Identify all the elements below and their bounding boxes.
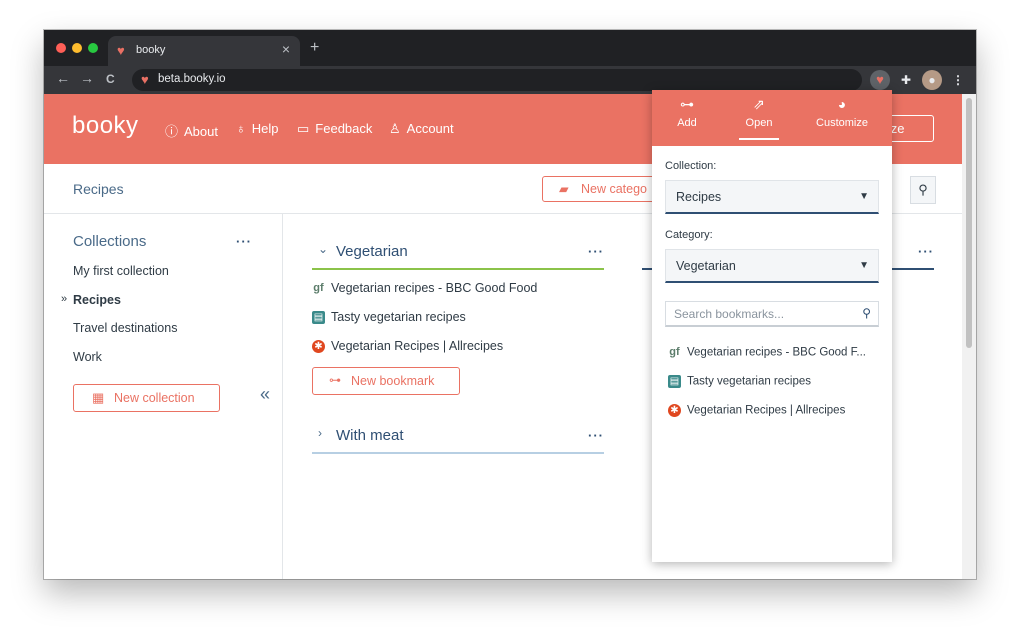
minimize-window-button[interactable] (72, 43, 82, 53)
tab-customize[interactable]: ◕ Customize (802, 96, 882, 129)
category-more-icon[interactable]: ··· (918, 244, 934, 259)
browser-window: ♥ booky × + ← → C ♥ beta.booky.io ♥ ✚ ● … (44, 30, 976, 579)
open-external-icon: ⇗ (753, 96, 765, 112)
maximize-window-button[interactable] (88, 43, 98, 53)
nav-feedback[interactable]: ▭ Feedback (297, 121, 372, 137)
info-icon: ⓘ (165, 124, 179, 139)
chat-icon: ▭ (297, 121, 310, 136)
active-marker: » (61, 293, 68, 305)
reload-icon[interactable]: C (106, 72, 115, 86)
category-title: Vegetarian (336, 243, 408, 260)
tab-add[interactable]: ⊶ Add (657, 96, 717, 129)
sidebar-item-work[interactable]: Work (73, 350, 102, 364)
heart-icon: ♥ (117, 43, 125, 58)
chevron-down-icon[interactable]: ⌄ (318, 242, 328, 256)
collections-title: Collections (73, 233, 147, 250)
link-plus-icon: ⊶ (329, 373, 341, 387)
sidebar-item-travel-destinations[interactable]: Travel destinations (73, 321, 177, 335)
collapse-sidebar-icon[interactable]: « (260, 384, 270, 405)
search-icon: ⚲ (862, 306, 871, 320)
collection-label: Collection: (665, 160, 717, 172)
search-button[interactable]: ⚲ (910, 176, 936, 204)
lightbulb-icon: ♁ (236, 121, 246, 136)
browser-tab[interactable]: ♥ booky × (108, 36, 300, 66)
heart-icon: ♥ (141, 72, 149, 87)
category-select[interactable]: Vegetarian ▼ (665, 249, 879, 283)
page-title: Recipes (73, 181, 124, 197)
popup-bookmark-item[interactable]: gf Vegetarian recipes - BBC Good F... (668, 346, 866, 359)
palette-icon: ◕ (837, 96, 847, 112)
popup-bookmark-item[interactable]: ✱ Vegetarian Recipes | Allrecipes (668, 404, 845, 417)
sidebar-item-my-first-collection[interactable]: My first collection (73, 264, 169, 278)
avatar[interactable]: ● (922, 70, 942, 90)
sidebar-item-recipes[interactable]: Recipes (73, 293, 121, 307)
new-category-button[interactable]: ▰ New catego (542, 176, 662, 202)
chevron-down-icon: ▼ (859, 260, 869, 271)
active-tab-indicator (739, 138, 779, 140)
chevron-down-icon: ▼ (859, 191, 869, 202)
collections-more-icon[interactable]: ··· (236, 234, 252, 249)
url-text: beta.booky.io (158, 73, 226, 85)
nav-about[interactable]: ⓘ About (165, 121, 218, 140)
chevron-right-icon[interactable]: › (318, 426, 322, 440)
bookmark-item[interactable]: ✱ Vegetarian Recipes | Allrecipes (312, 339, 503, 354)
allrecipes-favicon-icon: ✱ (668, 404, 681, 417)
bbc-goodfood-favicon-icon: gf (313, 282, 324, 295)
sidebar: Collections ··· My first collection » Re… (44, 214, 283, 579)
search-input[interactable]: Search bookmarks... ⚲ (665, 301, 879, 327)
booky-extension-icon[interactable]: ♥ (870, 70, 890, 90)
close-tab-icon[interactable]: × (282, 41, 290, 57)
new-collection-button[interactable]: ▦ New collection (73, 384, 220, 412)
popup-bookmark-item[interactable]: ▤ Tasty vegetarian recipes (668, 375, 811, 388)
close-window-button[interactable] (56, 43, 66, 53)
back-icon[interactable]: ← (56, 70, 70, 86)
nav-help[interactable]: ♁ Help (236, 121, 279, 136)
more-menu-icon[interactable]: ⋮ (948, 70, 968, 90)
scrollbar-thumb[interactable] (966, 98, 972, 348)
category-header-with-meat[interactable]: › With meat ··· (312, 420, 604, 454)
add-bookmark-icon: ⊶ (680, 96, 694, 112)
category-title: With meat (336, 427, 404, 444)
tab-open[interactable]: ⇗ Open (729, 96, 789, 129)
bookmark-item[interactable]: gf Vegetarian recipes - BBC Good Food (312, 281, 537, 295)
folder-plus-icon: ▰ (559, 182, 569, 196)
category-more-icon[interactable]: ··· (588, 244, 604, 259)
extension-popup: ⊶ Add ⇗ Open ◕ Customize Collection: Recipe… (652, 90, 892, 562)
popup-header: ⊶ Add ⇗ Open ◕ Customize (652, 90, 892, 146)
tab-title: booky (136, 44, 166, 56)
category-more-icon[interactable]: ··· (588, 428, 604, 443)
grid-plus-icon: ▦ (92, 390, 105, 405)
user-icon: ♙ (389, 121, 401, 136)
new-bookmark-button[interactable]: ⊶ New bookmark (312, 367, 460, 395)
allrecipes-favicon-icon: ✱ (312, 340, 325, 354)
tasty-favicon-icon: ▤ (312, 311, 325, 325)
search-icon: ⚲ (918, 182, 928, 197)
nav-account[interactable]: ♙ Account (389, 121, 454, 137)
logo[interactable]: booky (72, 112, 139, 140)
browser-tab-bar: ♥ booky × + (44, 30, 976, 66)
new-tab-button[interactable]: + (310, 39, 319, 57)
address-bar[interactable]: ♥ beta.booky.io (132, 69, 862, 91)
bookmark-item[interactable]: ▤ Tasty vegetarian recipes (312, 310, 466, 325)
category-label: Category: (665, 229, 713, 241)
collection-select[interactable]: Recipes ▼ (665, 180, 879, 214)
forward-icon[interactable]: → (80, 70, 94, 86)
extensions-puzzle-icon[interactable]: ✚ (896, 70, 916, 90)
category-header-vegetarian[interactable]: ⌄ Vegetarian ··· (312, 236, 604, 270)
tasty-favicon-icon: ▤ (668, 375, 681, 388)
bbc-goodfood-favicon-icon: gf (669, 346, 680, 358)
